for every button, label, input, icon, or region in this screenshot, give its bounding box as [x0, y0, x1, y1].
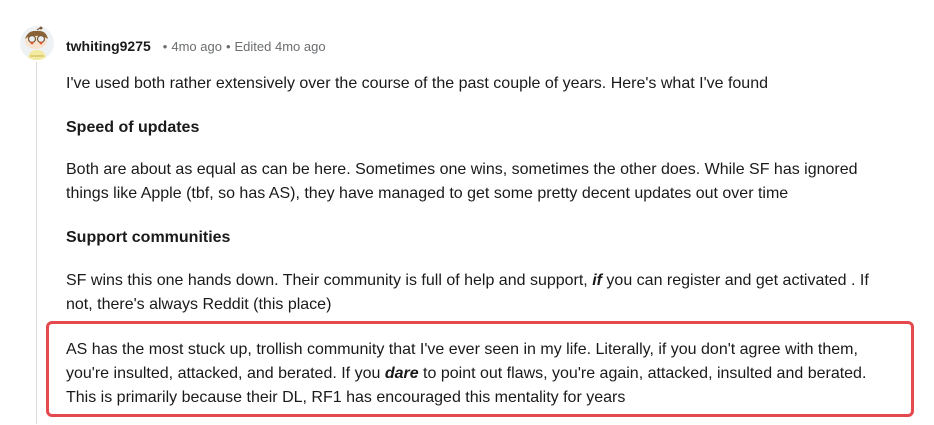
time-ago[interactable]: 4mo ago	[171, 39, 222, 54]
comment: twhiting9275 • 4mo ago • Edited 4mo ago I'v…	[0, 0, 934, 425]
edited-label: Edited 4mo ago	[234, 38, 326, 54]
meta-separator: •	[162, 38, 168, 54]
username-link[interactable]: twhiting9275	[66, 38, 151, 54]
updates-line-1: Both are about as equal as can be here. …	[66, 161, 858, 178]
heading-support-communities: Support communities	[66, 229, 231, 246]
thread-line[interactable]	[36, 62, 37, 424]
highlight-annotation-box	[46, 321, 914, 417]
support-line-2: not, there's always Reddit (this place)	[66, 296, 332, 313]
paragraph-intro: I've used both rather extensively over t…	[66, 75, 768, 92]
heading-speed-of-updates: Speed of updates	[66, 119, 200, 136]
updates-line-2: things like Apple (tbf, so has AS), they…	[66, 185, 789, 202]
comment-header: twhiting9275 • 4mo ago • Edited 4mo ago	[66, 36, 326, 56]
emphasis-if: if	[592, 272, 602, 289]
meta-separator: •	[225, 38, 231, 54]
support-line-1b: you can register and get activated . If	[601, 272, 869, 289]
support-line-1a: SF wins this one hands down. Their commu…	[66, 272, 593, 289]
avatar-icon[interactable]	[20, 26, 54, 60]
paragraph-updates: Both are about as equal as can be here. …	[66, 158, 858, 206]
paragraph-support: SF wins this one hands down. Their commu…	[66, 269, 869, 317]
comment-meta: • 4mo ago • Edited 4mo ago	[159, 39, 326, 54]
